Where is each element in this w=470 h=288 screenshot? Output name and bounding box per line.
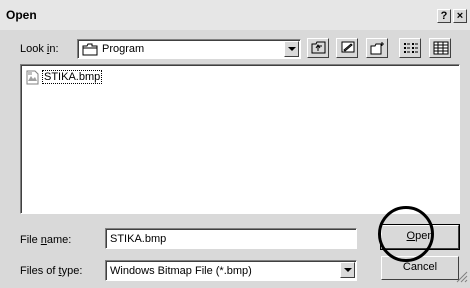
folder-icon — [82, 43, 98, 59]
help-button[interactable]: ? — [437, 9, 451, 23]
open-dialog: Open ? × Look in: Program STIKA.bmp File… — [0, 0, 470, 288]
look-in-label: Look in: — [20, 43, 59, 55]
bitmap-file-icon — [25, 69, 41, 88]
close-button[interactable]: × — [453, 9, 467, 23]
up-folder-button[interactable] — [307, 38, 329, 58]
highlight-circle — [378, 206, 434, 262]
file-name-value: STIKA.bmp — [110, 233, 167, 245]
resize-grip-icon[interactable] — [456, 271, 468, 286]
title-bar: Open ? × — [0, 0, 470, 30]
details-view-button[interactable] — [429, 38, 451, 58]
file-type-label: Files of type: — [20, 265, 83, 277]
file-name-input[interactable]: STIKA.bmp — [105, 228, 357, 249]
look-in-dropdown-button[interactable] — [284, 41, 299, 57]
list-view-button[interactable] — [399, 38, 421, 58]
file-type-value: Windows Bitmap File (*.bmp) — [110, 265, 252, 277]
cancel-button[interactable]: Cancel — [381, 256, 459, 280]
file-list[interactable]: STIKA.bmp — [20, 64, 460, 214]
look-in-value: Program — [102, 43, 145, 55]
file-type-dropdown-button[interactable] — [340, 262, 355, 278]
file-name: STIKA.bmp — [42, 70, 103, 84]
file-name-label: File name: — [20, 234, 72, 246]
desktop-button[interactable] — [336, 38, 358, 58]
file-type-combo[interactable]: Windows Bitmap File (*.bmp) — [105, 260, 357, 281]
window-title: Open — [6, 8, 37, 22]
new-folder-button[interactable] — [366, 38, 388, 58]
look-in-combo[interactable]: Program — [77, 39, 301, 59]
